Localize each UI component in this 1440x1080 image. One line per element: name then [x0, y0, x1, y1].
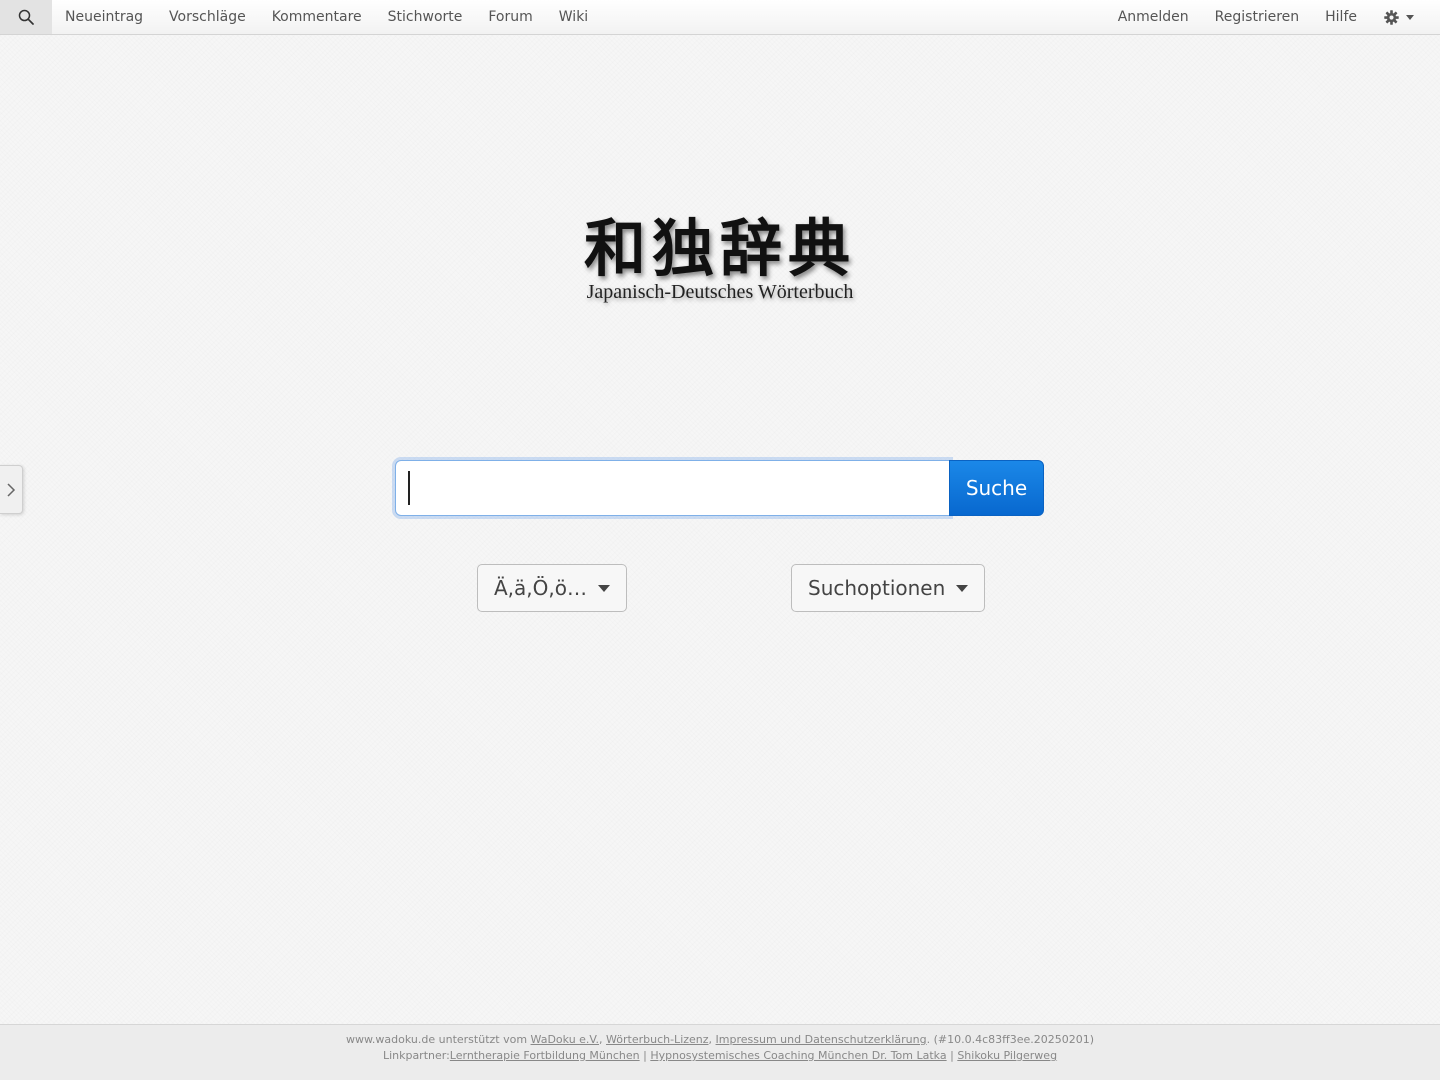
footer-link-partner-1[interactable]: Lerntherapie Fortbildung München: [450, 1049, 640, 1062]
footer-linkpartner-label: Linkpartner:: [382, 1049, 450, 1062]
search-icon: [18, 9, 34, 25]
nav-item-kommentare[interactable]: Kommentare: [259, 0, 375, 34]
nav-item-forum[interactable]: Forum: [475, 0, 545, 34]
logo-kanji: 和独辞典: [583, 212, 856, 285]
footer-prefix: www.wadoku.de unterstützt vom: [345, 1033, 531, 1046]
search-button[interactable]: Suche: [949, 460, 1044, 516]
nav-left-menu: Neueintrag Vorschläge Kommentare Stichwo…: [52, 0, 601, 34]
caret-down-icon: [956, 584, 968, 592]
nav-item-vorschlaege[interactable]: Vorschläge: [156, 0, 259, 34]
search-options-label: Suchoptionen: [808, 576, 946, 600]
nav-item-anmelden[interactable]: Anmelden: [1105, 0, 1202, 34]
umlaut-dropdown[interactable]: Ä,ä,Ö,ö…: [477, 564, 627, 612]
nav-right-menu: Anmelden Registrieren Hilfe: [1105, 0, 1440, 34]
footer-pipe: |: [946, 1049, 958, 1062]
search-input[interactable]: [395, 460, 950, 516]
nav-item-neueintrag[interactable]: Neueintrag: [52, 0, 156, 34]
caret-down-icon: [1406, 14, 1414, 20]
footer-pipe: |: [639, 1049, 651, 1062]
text-cursor: [408, 471, 410, 505]
footer-link-license[interactable]: Wörterbuch-Lizenz: [606, 1033, 709, 1046]
footer-version: . (#10.0.4c83ff3ee.20250201): [926, 1033, 1095, 1046]
top-navbar: Neueintrag Vorschläge Kommentare Stichwo…: [0, 0, 1440, 35]
footer-link-partner-3[interactable]: Shikoku Pilgerweg: [957, 1049, 1057, 1062]
footer-link-partner-2[interactable]: Hypnosystemisches Coaching München Dr. T…: [650, 1049, 946, 1062]
footer: www.wadoku.de unterstützt vom WaDoku e.V…: [0, 1024, 1440, 1080]
nav-item-wiki[interactable]: Wiki: [546, 0, 601, 34]
caret-down-icon: [598, 584, 610, 592]
footer-separator: ,: [599, 1033, 607, 1046]
gear-icon: [1384, 9, 1399, 25]
nav-item-stichworte[interactable]: Stichworte: [375, 0, 476, 34]
nav-item-registrieren[interactable]: Registrieren: [1202, 0, 1312, 34]
nav-search-button[interactable]: [0, 0, 52, 34]
umlaut-dropdown-label: Ä,ä,Ö,ö…: [494, 576, 587, 600]
sidebar-toggle[interactable]: [0, 465, 23, 514]
footer-separator: ,: [708, 1033, 716, 1046]
footer-line-2: Linkpartner:Lerntherapie Fortbildung Mün…: [0, 1048, 1440, 1064]
nav-item-hilfe[interactable]: Hilfe: [1312, 0, 1370, 34]
footer-link-wadoku[interactable]: WaDoku e.V.: [531, 1033, 599, 1046]
settings-dropdown[interactable]: [1370, 0, 1426, 34]
logo-subtitle: Japanisch-Deutsches Wörterbuch: [586, 281, 854, 303]
footer-line-1: www.wadoku.de unterstützt vom WaDoku e.V…: [0, 1032, 1440, 1048]
chevron-right-icon: [7, 482, 16, 497]
search-options-dropdown[interactable]: Suchoptionen: [791, 564, 985, 612]
footer-link-impressum[interactable]: Impressum und Datenschutzerklärung: [716, 1033, 927, 1046]
